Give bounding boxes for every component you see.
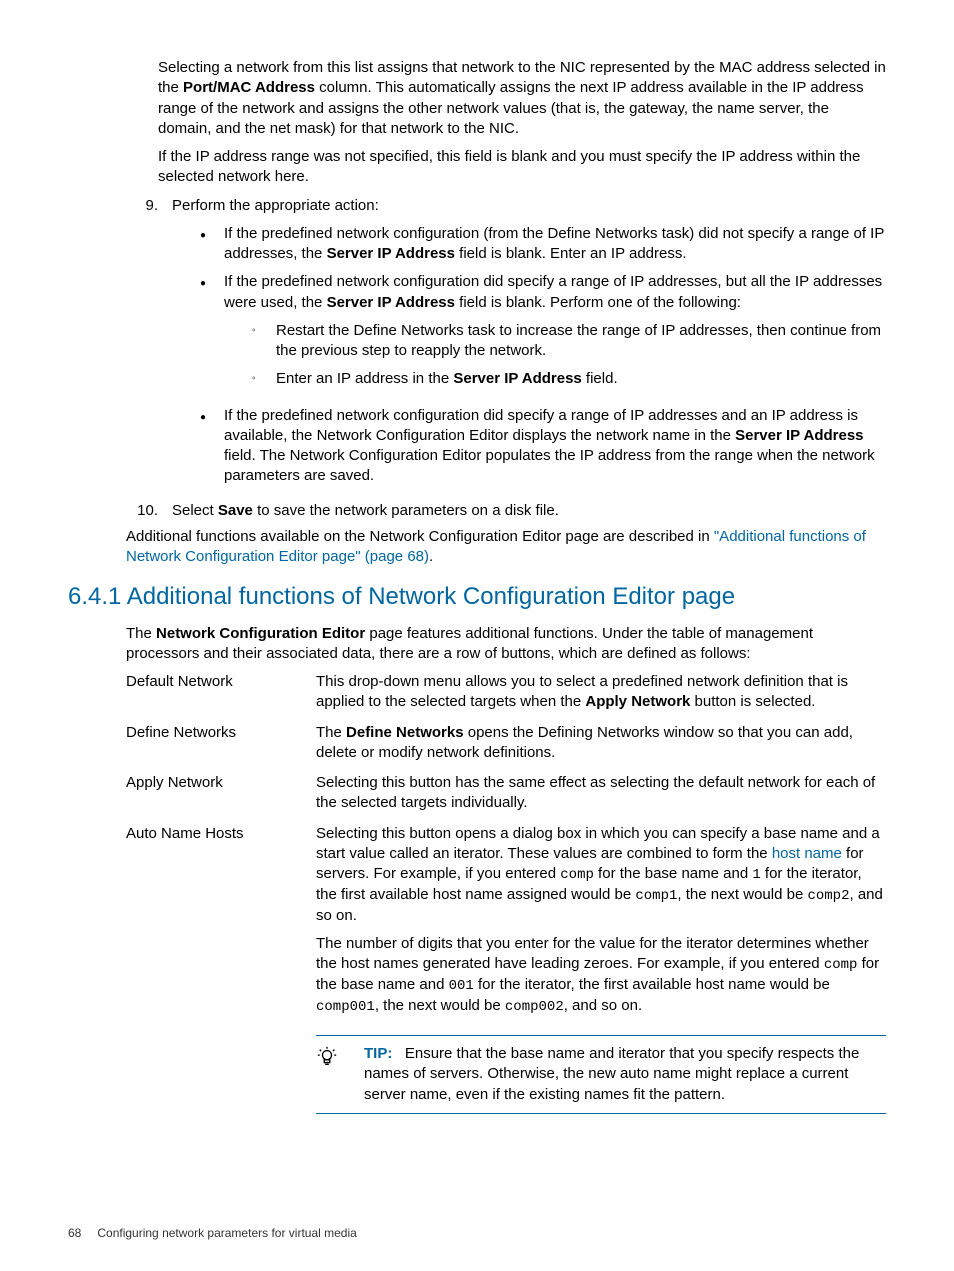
term-apply-network: Apply Network <box>126 773 316 814</box>
tip-box: TIP: Ensure that the base name and itera… <box>316 1035 886 1114</box>
step-9-bullet-3: ● If the predefined network configuratio… <box>200 406 886 487</box>
para-ip-blank: If the IP address range was not specifie… <box>158 147 886 188</box>
dl-define-networks: Define Networks The Define Networks open… <box>126 723 886 764</box>
link-host-name[interactable]: host name <box>772 845 842 862</box>
tip-icon <box>316 1052 338 1073</box>
step-10: 10. Select Save to save the network para… <box>130 501 886 521</box>
step-9-sub-1: ◦ Restart the Define Networks task to in… <box>252 321 886 362</box>
dl-default-network: Default Network This drop-down menu allo… <box>126 672 886 713</box>
dl-auto-name-hosts: Auto Name Hosts Selecting this button op… <box>126 824 886 1114</box>
term-default-network: Default Network <box>126 672 316 713</box>
dl-apply-network: Apply Network Selecting this button has … <box>126 773 886 814</box>
term-define-networks: Define Networks <box>126 723 316 764</box>
section-intro: The Network Configuration Editor page fe… <box>126 624 886 665</box>
step-9-bullet-2: ● If the predefined network configuratio… <box>200 272 886 397</box>
page-footer: 68 Configuring network parameters for vir… <box>68 1225 357 1241</box>
heading-6-4-1: 6.4.1 Additional functions of Network Co… <box>68 581 886 613</box>
para-additional-functions: Additional functions available on the Ne… <box>126 527 886 568</box>
step-9-bullet-1: ● If the predefined network configuratio… <box>200 224 886 265</box>
page-number: 68 <box>68 1226 81 1240</box>
tip-label: TIP: <box>364 1045 392 1062</box>
step-9-intro: Perform the appropriate action: <box>172 196 886 216</box>
step-9: 9. Perform the appropriate action: ● If … <box>130 196 886 495</box>
step-9-sub-2: ◦ Enter an IP address in the Server IP A… <box>252 369 886 389</box>
term-auto-name-hosts: Auto Name Hosts <box>126 824 316 1114</box>
para-network-assign: Selecting a network from this list assig… <box>158 58 886 139</box>
footer-title: Configuring network parameters for virtu… <box>97 1226 356 1240</box>
tip-text: Ensure that the base name and iterator t… <box>364 1045 859 1103</box>
